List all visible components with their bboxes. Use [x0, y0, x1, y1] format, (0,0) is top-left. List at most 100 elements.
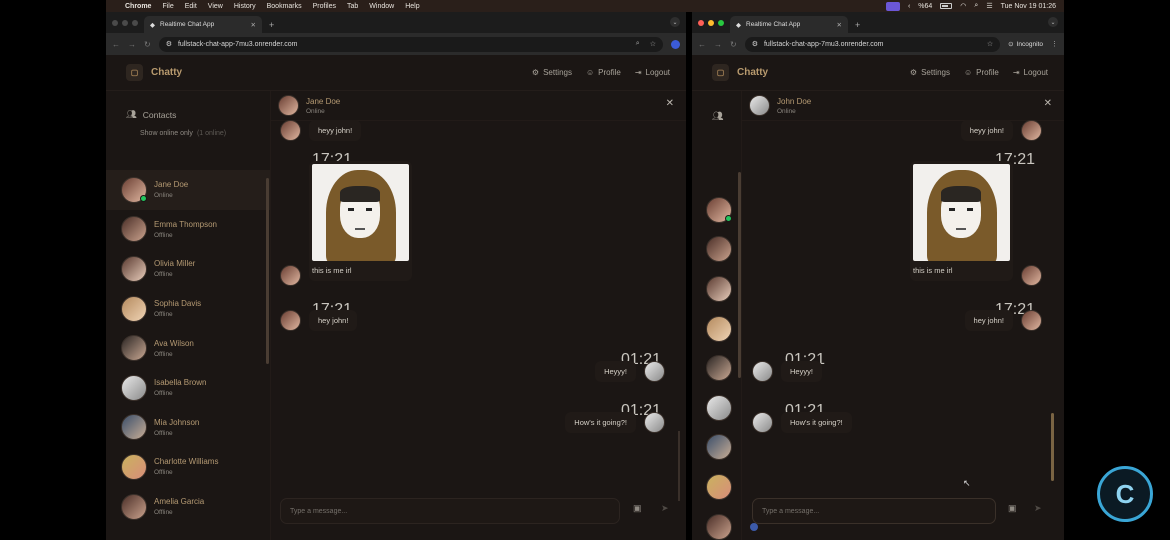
- contact-item[interactable]: Mia Johnson Offline: [106, 408, 270, 448]
- image-upload-icon[interactable]: ▣: [1008, 503, 1017, 514]
- site-info-icon[interactable]: ⚙: [166, 40, 172, 48]
- browser-tab[interactable]: ◆ Realtime Chat App ✕: [730, 16, 848, 33]
- chat-panel: John Doe Online ✕ heyy john! 17:21 this …: [742, 91, 1064, 540]
- battery-icon[interactable]: [940, 3, 953, 9]
- logout-button[interactable]: ⇥ Logout: [1013, 68, 1048, 77]
- contacts-scrollbar[interactable]: [266, 178, 269, 364]
- contacts-scrollbar[interactable]: [738, 172, 741, 378]
- contact-item[interactable]: [692, 507, 741, 540]
- reload-icon[interactable]: ↻: [730, 40, 737, 49]
- close-tab-icon[interactable]: ✕: [251, 21, 256, 29]
- url-field[interactable]: ⚙ fullstack-chat-app-7mu3.onrender.com ☆: [744, 36, 1001, 52]
- contact-item[interactable]: [692, 388, 741, 428]
- settings-link[interactable]: ⚙ Settings: [532, 68, 572, 77]
- online-indicator: [140, 194, 147, 202]
- screen-record-icon[interactable]: [885, 1, 900, 11]
- message-caption: this is me irl: [312, 266, 352, 275]
- contact-name: Isabella Brown: [154, 378, 207, 388]
- contact-item[interactable]: Olivia Miller Offline: [106, 249, 270, 289]
- menu-file[interactable]: File: [162, 3, 173, 10]
- back-icon[interactable]: ←: [698, 40, 706, 49]
- contact-item[interactable]: [692, 269, 741, 309]
- message-sent: Heyyy!: [595, 361, 665, 382]
- new-tab-icon[interactable]: +: [855, 16, 860, 33]
- image-upload-icon[interactable]: ▣: [633, 503, 642, 514]
- contact-item[interactable]: [692, 348, 741, 388]
- profile-link[interactable]: ☺ Profile: [586, 68, 621, 77]
- back-icon[interactable]: ←: [112, 40, 120, 49]
- contact-item[interactable]: [692, 190, 741, 230]
- contact-item[interactable]: [692, 467, 741, 507]
- contact-item[interactable]: Charlotte Williams Offline: [106, 447, 270, 487]
- logout-button[interactable]: ⇥ Logout: [635, 68, 670, 77]
- browser-window-right: ◆ Realtime Chat App ✕ + ⌄ ← → ↻ ⚙ fullst…: [692, 12, 1064, 540]
- users-icon: 👥︎: [126, 109, 137, 119]
- contact-name: Charlotte Williams: [154, 457, 219, 467]
- contact-item[interactable]: Amelia Garcia Offline: [106, 487, 270, 527]
- close-chat-icon[interactable]: ✕: [666, 98, 674, 109]
- forward-icon[interactable]: →: [128, 40, 136, 49]
- menu-view[interactable]: View: [208, 3, 223, 10]
- message-input[interactable]: Type a message...: [752, 498, 996, 524]
- message-received: heyy john!: [280, 120, 362, 141]
- message-input[interactable]: Type a message...: [280, 498, 620, 524]
- minimize-window-icon[interactable]: [708, 19, 714, 26]
- bookmark-star-icon[interactable]: ☆: [987, 40, 993, 48]
- close-chat-icon[interactable]: ✕: [1044, 98, 1052, 109]
- messages-scrollbar[interactable]: [1051, 413, 1054, 481]
- close-tab-icon[interactable]: ✕: [837, 21, 842, 29]
- close-window-icon[interactable]: [698, 19, 704, 26]
- avatar: [121, 176, 147, 203]
- search-icon[interactable]: ⌕: [974, 2, 978, 10]
- forward-icon[interactable]: →: [714, 40, 722, 49]
- extension-icon[interactable]: [671, 39, 680, 49]
- menu-window[interactable]: Window: [369, 3, 394, 10]
- message-image[interactable]: [913, 164, 1010, 261]
- site-info-icon[interactable]: ⚙: [752, 40, 758, 48]
- message-image[interactable]: [312, 164, 409, 261]
- zoom-window-icon[interactable]: [718, 19, 724, 26]
- contact-item[interactable]: Emma Thompson Offline: [106, 210, 270, 250]
- more-menu-icon[interactable]: ⋮: [1051, 40, 1058, 48]
- online-filter-toggle[interactable]: Show online only (1 online): [126, 130, 270, 137]
- tab-search-icon[interactable]: ⌄: [1048, 17, 1058, 27]
- incognito-badge[interactable]: ⊙ Incognito: [1008, 40, 1043, 49]
- settings-link[interactable]: ⚙ Settings: [910, 68, 950, 77]
- contact-item[interactable]: [692, 230, 741, 270]
- minimize-window-icon[interactable]: [122, 19, 128, 26]
- menu-bookmarks[interactable]: Bookmarks: [267, 3, 302, 10]
- menu-edit[interactable]: Edit: [185, 3, 197, 10]
- contact-item[interactable]: [692, 309, 741, 349]
- clock[interactable]: Tue Nov 19 01:26: [1001, 3, 1056, 10]
- bookmark-star-icon[interactable]: ☆: [650, 40, 656, 48]
- chevron-left-icon[interactable]: ‹: [908, 3, 910, 10]
- browser-tab[interactable]: ◆ Realtime Chat App ✕: [144, 16, 262, 33]
- menu-history[interactable]: History: [234, 3, 256, 10]
- menubar-app-name[interactable]: Chrome: [125, 3, 151, 10]
- wifi-icon[interactable]: ◠: [960, 2, 966, 10]
- menu-tab[interactable]: Tab: [347, 3, 358, 10]
- menu-profiles[interactable]: Profiles: [313, 3, 336, 10]
- new-tab-icon[interactable]: +: [269, 16, 274, 33]
- tab-search-icon[interactable]: ⌄: [670, 17, 680, 27]
- contact-item[interactable]: Isabella Brown Offline: [106, 368, 270, 408]
- url-field[interactable]: ⚙ fullstack-chat-app-7mu3.onrender.com ⌕…: [158, 36, 663, 52]
- profile-link[interactable]: ☺ Profile: [964, 68, 999, 77]
- contact-item[interactable]: Jane Doe Online: [106, 170, 270, 210]
- send-icon[interactable]: ➤: [1034, 503, 1042, 514]
- contact-item[interactable]: Sophia Davis Offline: [106, 289, 270, 329]
- app-logo[interactable]: ▢ Chatty: [712, 64, 768, 81]
- reload-icon[interactable]: ↻: [144, 40, 151, 49]
- app-name: Chatty: [151, 67, 183, 78]
- contact-item[interactable]: Ava Wilson Offline: [106, 328, 270, 368]
- send-icon[interactable]: ➤: [661, 503, 669, 514]
- close-window-icon[interactable]: [112, 19, 118, 26]
- chat-partner-name: Jane Doe: [306, 96, 341, 106]
- menu-help[interactable]: Help: [405, 3, 419, 10]
- contact-item[interactable]: [692, 428, 741, 468]
- app-logo[interactable]: ▢ Chatty: [126, 64, 182, 81]
- contact-name: Olivia Miller: [154, 259, 196, 269]
- zoom-icon[interactable]: ⌕: [636, 40, 640, 48]
- control-center-icon[interactable]: ☰: [986, 2, 992, 10]
- zoom-window-icon[interactable]: [132, 19, 138, 26]
